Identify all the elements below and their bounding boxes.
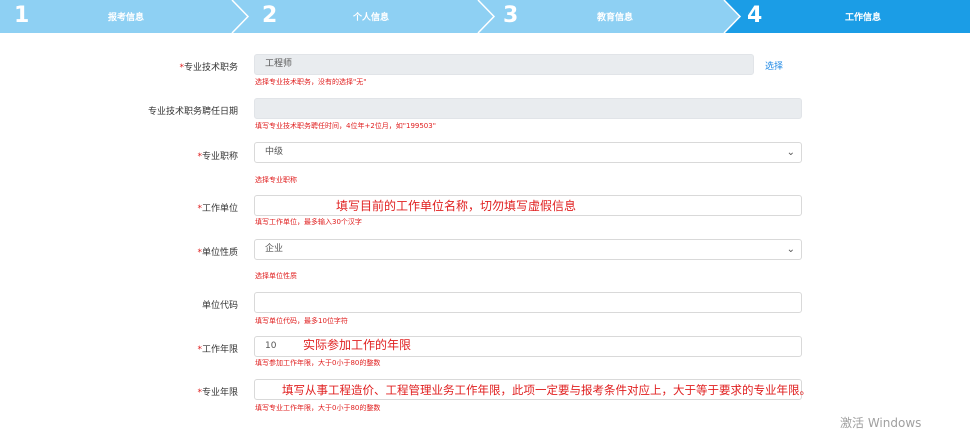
appoint-date-hint: 填写专业技术职务聘任时间，4位年+2位月，如"199503" <box>255 122 436 130</box>
level-label: *专业职称 <box>197 152 238 162</box>
employer-label: *工作单位 <box>197 204 238 214</box>
employer-hint: 填写工作单位，最多输入30个汉字 <box>255 218 362 226</box>
step-2-label: 个人信息 <box>353 13 390 23</box>
windows-activation-watermark: 激活 Windows <box>840 416 922 430</box>
pro-years-hint: 填写专业工作年限，大于0小于80的整数 <box>255 404 381 412</box>
step-3-label: 教育信息 <box>597 13 634 23</box>
employer-annotation: 填写目前的工作单位名称，切勿填写虚假信息 <box>336 199 577 213</box>
pro-years-label: *专业年限 <box>197 388 238 398</box>
work-info-form: *专业技术职务 工程师 选择 选择专业技术职务，没有的选择"无" 专业技术职务聘… <box>0 33 970 431</box>
unit-code-field[interactable] <box>254 292 802 313</box>
level-hint: 选择专业职称 <box>255 176 297 184</box>
unit-type-label: *单位性质 <box>197 248 238 258</box>
step-4-number: 4 <box>747 3 763 28</box>
title-field[interactable]: 工程师 <box>254 54 754 75</box>
work-years-label: *工作年限 <box>197 345 238 355</box>
unit-code-hint: 填写单位代码，最多10位字符 <box>255 317 348 325</box>
appoint-date-label: 专业技术职务聘任日期 <box>147 107 238 117</box>
pro-years-annotation: 填写从事工程造价、工程管理业务工作年限，此项一定要与报考条件对应上，大于等于要求… <box>282 383 811 397</box>
work-years-hint: 填写参加工作年限，大于0小于80的整数 <box>255 359 381 367</box>
level-value: 中级 <box>265 147 284 157</box>
step-3-number: 3 <box>503 3 519 28</box>
unit-type-select[interactable]: 企业 ⌄ <box>254 239 802 260</box>
unit-code-label: 单位代码 <box>201 301 238 311</box>
step-4-label: 工作信息 <box>845 13 882 23</box>
appoint-date-field[interactable] <box>254 98 802 119</box>
unit-type-hint: 选择单位性质 <box>255 272 297 280</box>
step-1-label: 报考信息 <box>108 13 145 23</box>
step-2-number: 2 <box>262 3 278 28</box>
chevron-down-icon: ⌄ <box>786 244 795 255</box>
step-bar-background <box>0 0 970 33</box>
step-1-number: 1 <box>14 3 30 28</box>
title-hint: 选择专业技术职务，没有的选择"无" <box>255 78 367 86</box>
select-title-link[interactable]: 选择 <box>765 59 783 72</box>
unit-type-value: 企业 <box>265 244 284 254</box>
title-label: *专业技术职务 <box>179 63 238 73</box>
step-progress-bar: 1 报考信息 2 个人信息 3 教育信息 4 工作信息 <box>0 0 970 33</box>
work-years-annotation: 实际参加工作的年限 <box>303 338 412 352</box>
level-select[interactable]: 中级 ⌄ <box>254 142 802 163</box>
chevron-down-icon: ⌄ <box>786 147 795 158</box>
